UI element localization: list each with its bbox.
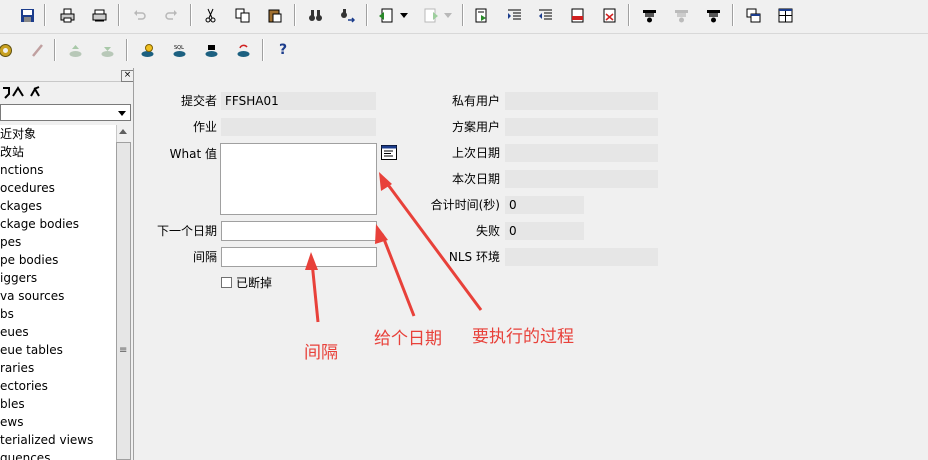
annotation-date: 给个日期 bbox=[374, 329, 442, 349]
annotation-interval: 间隔 bbox=[304, 343, 338, 363]
annotation-process: 要执行的过程 bbox=[472, 327, 574, 347]
annotation-arrows bbox=[305, 172, 483, 323]
